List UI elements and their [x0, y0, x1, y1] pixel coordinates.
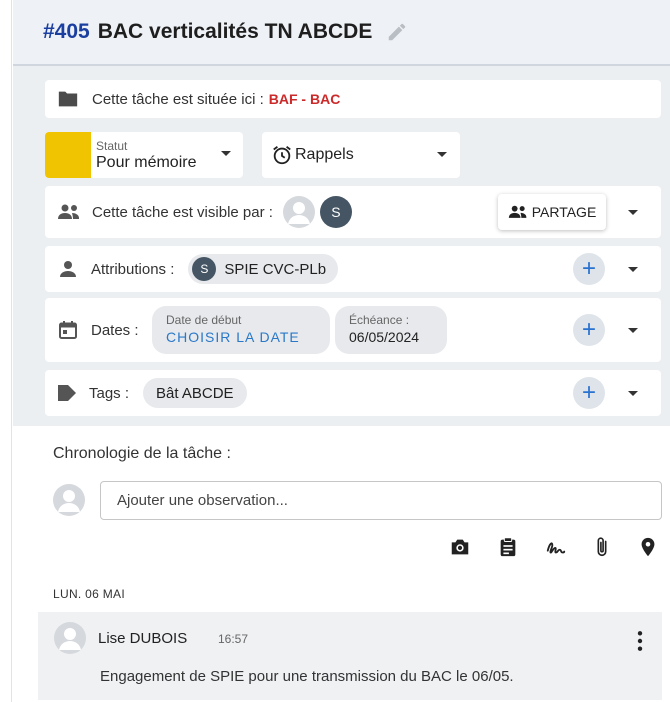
status-color-swatch: [45, 132, 91, 178]
camera-icon[interactable]: [449, 536, 471, 558]
location-value[interactable]: BAF - BAC: [269, 91, 341, 107]
task-details-panel: Cette tâche est située ici : BAF - BAC S…: [13, 66, 670, 426]
task-header: #405 BAC verticalités TN ABCDE: [13, 0, 670, 66]
current-user-avatar-icon: [53, 484, 85, 516]
location-row: Cette tâche est située ici : BAF - BAC: [45, 80, 661, 118]
visibility-dropdown-icon[interactable]: [628, 210, 638, 215]
calendar-icon: [59, 321, 77, 339]
start-date-label: Date de début: [166, 313, 242, 327]
day-separator: LUN. 06 MAI: [53, 587, 125, 601]
share-button-label: PARTAGE: [531, 204, 597, 220]
folder-icon: [58, 91, 78, 107]
dates-dropdown-icon[interactable]: [628, 328, 638, 333]
tag-icon: [58, 385, 76, 401]
due-date-label: Échéance :: [349, 313, 410, 327]
due-date-value: 06/05/2024: [349, 329, 420, 345]
reminders-label: Rappels: [295, 146, 354, 163]
tags-row: Tags : Bât ABCDE +: [45, 370, 661, 416]
status-value: Pour mémoire: [96, 153, 197, 171]
visibility-label: Cette tâche est visible par :: [92, 203, 273, 221]
dates-row: Dates : Date de début CHOISIR LA DATE Éc…: [45, 298, 661, 362]
attribution-chip-avatar: S: [192, 257, 217, 281]
visibility-row: Cette tâche est visible par : S PARTAGE: [45, 186, 661, 238]
clipboard-icon[interactable]: [497, 536, 519, 558]
person-icon: [60, 261, 76, 277]
add-tag-button[interactable]: +: [573, 377, 605, 409]
dates-label: Dates :: [91, 321, 139, 339]
tags-dropdown-icon[interactable]: [628, 391, 638, 396]
attribution-chip[interactable]: S SPIE CVC-PLb: [188, 254, 339, 284]
tag-chip[interactable]: Bât ABCDE: [143, 378, 247, 408]
add-attribution-button[interactable]: +: [573, 253, 605, 285]
tags-label: Tags :: [89, 384, 130, 402]
attributions-row: Attributions : S SPIE CVC-PLb +: [45, 246, 661, 292]
share-people-icon: [508, 205, 527, 218]
attributions-label: Attributions :: [91, 260, 175, 278]
share-button[interactable]: PARTAGE: [498, 194, 606, 230]
timeline-entry: Lise DUBOIS 16:57 Engagement de SPIE pou…: [38, 612, 662, 700]
attributions-dropdown-icon[interactable]: [628, 267, 638, 272]
status-select[interactable]: Statut Pour mémoire: [45, 132, 243, 178]
status-label: Statut: [96, 138, 128, 153]
paperclip-icon[interactable]: [591, 536, 613, 558]
choose-date-link[interactable]: CHOISIR LA DATE: [166, 329, 316, 345]
start-date-field[interactable]: Date de début CHOISIR LA DATE: [152, 306, 330, 354]
observation-input[interactable]: Ajouter une observation...: [100, 481, 662, 520]
task-title: BAC verticalités TN ABCDE: [97, 20, 373, 43]
entry-text: Engagement de SPIE pour une transmission…: [100, 668, 514, 685]
more-options-icon[interactable]: [634, 630, 646, 652]
task-page: #405 BAC verticalités TN ABCDE Cette tâc…: [0, 0, 670, 702]
chronology-title: Chronologie de la tâche :: [53, 445, 231, 462]
add-date-button[interactable]: +: [573, 314, 605, 346]
due-date-field[interactable]: Échéance : 06/05/2024: [335, 306, 447, 354]
visibility-avatar-s[interactable]: S: [319, 196, 352, 228]
reminders-dropdown-icon[interactable]: [437, 152, 447, 157]
task-number: #405: [43, 20, 90, 43]
signature-icon[interactable]: [545, 536, 567, 558]
location-label: Cette tâche est située ici :: [92, 90, 264, 108]
location-pin-icon[interactable]: [637, 536, 659, 558]
group-people-icon: [58, 204, 79, 219]
entry-avatar-icon: [54, 622, 86, 654]
left-edge: [0, 0, 12, 702]
entry-author: Lise DUBOIS: [98, 630, 188, 647]
entry-time: 16:57: [218, 632, 249, 646]
status-dropdown-icon[interactable]: [221, 151, 231, 156]
user-avatar-icon[interactable]: [282, 196, 315, 228]
alarm-clock-icon: [273, 146, 291, 165]
edit-pencil-icon[interactable]: [386, 21, 408, 43]
reminders-select[interactable]: Rappels: [262, 132, 460, 178]
attribution-chip-label: SPIE CVC-PLb: [224, 260, 327, 278]
